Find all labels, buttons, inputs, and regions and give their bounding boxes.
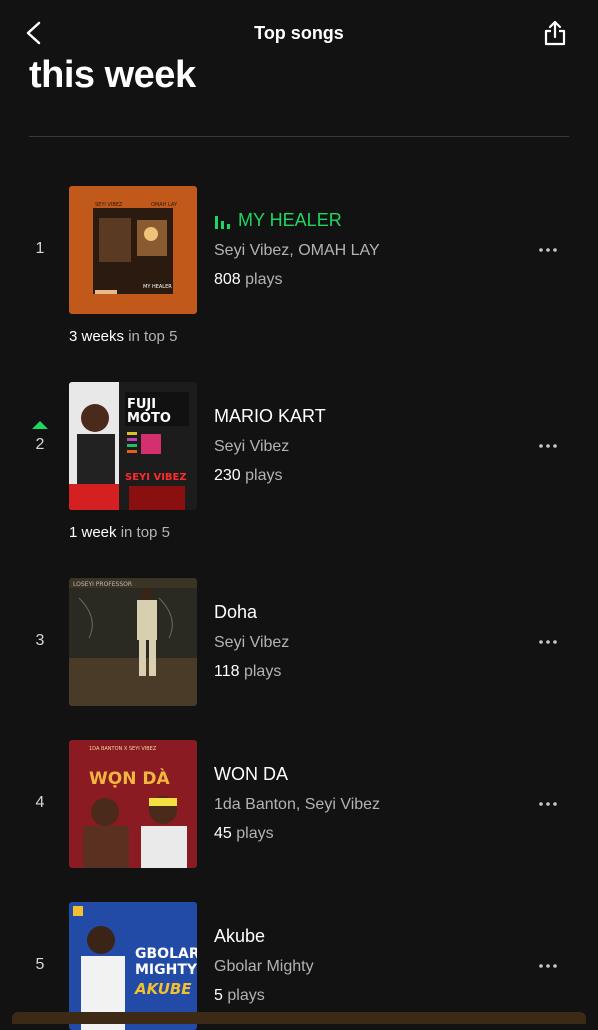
rank-number: 5	[35, 956, 45, 973]
song-row-4[interactable]: 4 1DA BANTON X SEYI VIBEZ WỌN DÀ WON DA …	[0, 740, 598, 868]
rank-number: 4	[35, 794, 45, 811]
play-count-number: 5	[214, 987, 223, 1004]
more-horizontal-icon	[539, 964, 557, 968]
play-count: 808 plays	[214, 271, 283, 289]
album-art[interactable]: FUJI MOTO SEYI VIBEZ	[69, 382, 197, 510]
album-art-image: GBOLAR MIGHTY AKUBE	[69, 902, 197, 1030]
weeks-label: in top 5	[128, 328, 178, 345]
album-art[interactable]: GBOLAR MIGHTY AKUBE	[69, 902, 197, 1030]
svg-text:WỌN DÀ: WỌN DÀ	[89, 767, 170, 789]
more-options-button[interactable]	[536, 792, 560, 816]
svg-text:SEYI VIBEZ: SEYI VIBEZ	[125, 472, 187, 483]
equalizer-icon	[215, 216, 230, 229]
album-art-image: FUJI MOTO SEYI VIBEZ	[69, 382, 197, 510]
album-art[interactable]: LOSEYI PROFESSOR	[69, 578, 197, 706]
song-row-2[interactable]: 2 FUJI MOTO SEYI VIBEZ MARIO KART Seyi V…	[0, 382, 598, 541]
play-count: 5 plays	[214, 987, 265, 1005]
play-count-label: plays	[243, 663, 282, 680]
play-count-label: plays	[236, 825, 274, 842]
song-artist: Gbolar Mighty	[214, 958, 314, 975]
share-icon	[544, 20, 566, 46]
more-horizontal-icon	[539, 640, 557, 644]
song-artist: Seyi Vibez, OMAH LAY	[214, 242, 380, 259]
more-options-button[interactable]	[536, 434, 560, 458]
play-count-label: plays	[227, 987, 265, 1004]
rank-number: 3	[35, 632, 45, 649]
song-title: MY HEALER	[238, 210, 342, 230]
weeks-in-top: 3 weeks in top 5	[69, 328, 177, 345]
more-options-button[interactable]	[536, 954, 560, 978]
play-count: 118 plays	[214, 663, 281, 681]
song-title: Akube	[214, 926, 266, 946]
play-count-number: 808	[214, 271, 241, 288]
song-title: MARIO KART	[214, 406, 326, 426]
svg-text:GBOLAR: GBOLAR	[135, 946, 197, 962]
play-count-number: 230	[214, 467, 241, 484]
song-artist: Seyi Vibez	[214, 438, 290, 455]
album-art[interactable]: SEYI VIBEZ OMAH LAY MY HEALER	[69, 186, 197, 314]
svg-text:MIGHTY: MIGHTY	[135, 962, 197, 978]
play-count-label: plays	[245, 467, 283, 484]
svg-text:1DA BANTON X SEYI VIBEZ: 1DA BANTON X SEYI VIBEZ	[89, 746, 157, 752]
song-row-1[interactable]: 1 SEYI VIBEZ OMAH LAY MY HEALER MY HEALE…	[0, 186, 598, 345]
song-artist: 1da Banton, Seyi Vibez	[214, 796, 381, 813]
song-artist: Seyi Vibez	[214, 634, 290, 651]
rank-number: 1	[35, 240, 45, 257]
album-art-image: LOSEYI PROFESSOR	[69, 578, 197, 706]
album-art-image: SEYI VIBEZ OMAH LAY MY HEALER	[69, 186, 197, 314]
more-options-button[interactable]	[536, 238, 560, 262]
more-horizontal-icon	[539, 444, 557, 448]
more-horizontal-icon	[539, 802, 557, 806]
svg-text:MOTO: MOTO	[127, 411, 171, 426]
weeks-label: in top 5	[120, 524, 170, 541]
weeks-in-top: 1 week in top 5	[69, 524, 170, 541]
arrow-up-icon	[32, 421, 48, 429]
svg-text:OMAH LAY: OMAH LAY	[151, 202, 178, 208]
play-count: 230 plays	[214, 467, 283, 485]
page-title: Top songs	[254, 23, 344, 43]
album-art-image: 1DA BANTON X SEYI VIBEZ WỌN DÀ	[69, 740, 197, 868]
svg-text:MY HEALER: MY HEALER	[143, 284, 172, 290]
svg-text:LOSEYI PROFESSOR: LOSEYI PROFESSOR	[73, 581, 132, 588]
weeks-count: 3 weeks	[69, 328, 125, 345]
play-count-label: plays	[245, 271, 283, 288]
svg-text:SEYI VIBEZ: SEYI VIBEZ	[95, 202, 123, 208]
mini-player-bar[interactable]	[12, 1012, 586, 1024]
rank-number: 2	[35, 436, 45, 453]
song-title: Doha	[214, 602, 258, 622]
song-row-3[interactable]: 3 LOSEYI PROFESSOR Doha Seyi Vibez 118 p…	[0, 578, 598, 706]
more-options-button[interactable]	[536, 630, 560, 654]
page-heading: this week	[29, 54, 196, 96]
play-count-number: 118	[214, 663, 240, 680]
svg-text:AKUBE: AKUBE	[134, 980, 192, 998]
play-count: 45 plays	[214, 825, 274, 843]
svg-text:FUJI: FUJI	[127, 397, 156, 412]
divider	[29, 136, 569, 137]
weeks-count: 1 week	[69, 524, 117, 541]
share-button[interactable]	[540, 18, 570, 48]
album-art[interactable]: 1DA BANTON X SEYI VIBEZ WỌN DÀ	[69, 740, 197, 868]
song-row-5[interactable]: 5 GBOLAR MIGHTY AKUBE Akube Gbolar Might…	[0, 902, 598, 1030]
more-horizontal-icon	[539, 248, 557, 252]
play-count-number: 45	[214, 825, 232, 842]
song-title: WON DA	[214, 764, 288, 784]
